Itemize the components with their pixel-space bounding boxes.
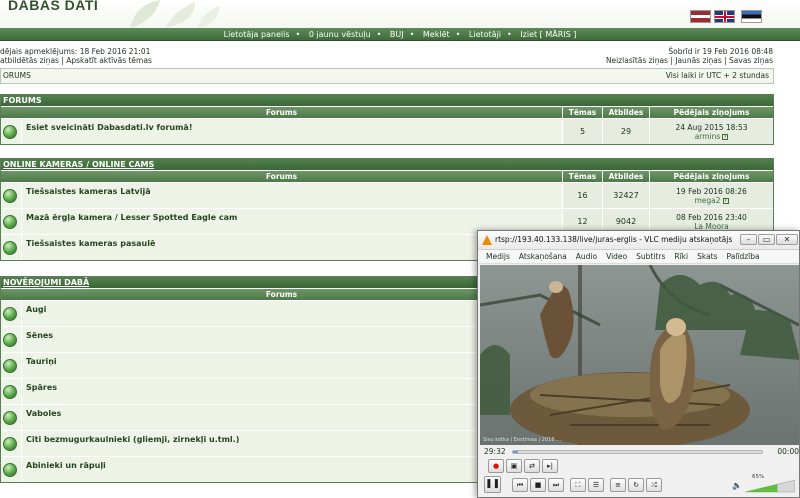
shuffle-icon[interactable]: ⤮ <box>646 478 662 492</box>
menu-playback[interactable]: Atskaņošana <box>519 252 567 261</box>
fullscreen-icon[interactable]: ⛶ <box>570 478 586 492</box>
nav-faq[interactable]: BUJ <box>390 30 404 39</box>
section-forums: FORUMS Forums Tēmas Atbildes Pēdējais zi… <box>0 94 774 145</box>
menu-audio[interactable]: Audio <box>576 252 597 261</box>
maximize-button[interactable]: ▭ <box>758 234 775 245</box>
seek-row: 29:32 00:00 <box>478 445 800 457</box>
forum-status-icon <box>3 125 17 139</box>
extended-settings-icon[interactable]: ☰ <box>588 478 604 492</box>
topics-count: 16 <box>562 183 602 208</box>
column-header: Forums Tēmas Atbildes Pēdējais ziņojums <box>1 106 773 118</box>
breadcrumb-bar: ORUMS Visi laiki ir UTC + 2 stundas <box>0 68 774 84</box>
forum-status-icon <box>3 215 17 229</box>
site-logo[interactable]: DABAS DATI <box>8 0 98 13</box>
last-visit-text: dējais apmeklējums: 18 Feb 2016 21:01 <box>0 47 151 56</box>
volume-percent: 65% <box>752 474 765 480</box>
minimize-button[interactable]: – <box>740 234 757 245</box>
menu-subtitle[interactable]: Subtitrs <box>636 252 665 261</box>
menu-media[interactable]: Medijs <box>486 252 510 261</box>
forum-status-icon <box>3 189 17 203</box>
seek-bar[interactable] <box>512 450 763 454</box>
snapshot-icon[interactable]: ▣ <box>506 459 522 473</box>
speaker-icon[interactable]: 🔈 <box>732 481 742 490</box>
section-title[interactable]: FORUMS <box>1 95 773 106</box>
menu-video[interactable]: Video <box>606 252 627 261</box>
next-icon[interactable]: ⏭ <box>548 478 564 492</box>
nav-messages[interactable]: 0 jaunu vēstuļu <box>309 30 371 39</box>
video-area[interactable]: Sivu kotka | Eestimaa | 2016 … <box>480 265 799 445</box>
flag-latvia-icon[interactable] <box>690 10 711 23</box>
nav-members[interactable]: Lietotāji <box>469 30 501 39</box>
forum-status-icon <box>3 359 17 373</box>
forum-row: Esiet sveicināti Dabasdati.lv forumā! 5 … <box>1 118 773 144</box>
video-overlay-text: Sivu kotka | Eestimaa | 2016 … <box>483 437 562 443</box>
breadcrumb[interactable]: ORUMS <box>3 69 31 83</box>
playlist-icon[interactable]: ≡ <box>610 478 626 492</box>
forum-status-icon <box>3 411 17 425</box>
total-time: 00:00 <box>777 447 799 456</box>
last-post-user[interactable]: armins <box>695 132 721 141</box>
nav-logout[interactable]: Iziet [ MĀRIS ] <box>520 30 576 39</box>
prev-icon[interactable]: ⏮ <box>512 478 528 492</box>
vlc-menubar: Medijs Atskaņošana Audio Video Subtitrs Rīki S… <box>478 250 799 264</box>
menu-view[interactable]: Skats <box>697 252 717 261</box>
volume-slider[interactable] <box>745 478 795 493</box>
posts-count: 32427 <box>602 183 649 208</box>
view-latest-post-icon[interactable]: › <box>722 198 729 204</box>
view-latest-post-icon[interactable]: › <box>722 134 729 140</box>
vlc-window-title: rtsp://193.40.133.138/live/juras-erglis … <box>495 235 733 244</box>
loop-ab-icon[interactable]: ⇄ <box>524 459 540 473</box>
nav-search[interactable]: Meklēt <box>423 30 450 39</box>
visit-info: dējais apmeklējums: 18 Feb 2016 21:01 at… <box>0 47 152 65</box>
vlc-window: rtsp://193.40.133.138/live/juras-erglis … <box>477 230 800 498</box>
forum-status-icon <box>3 437 17 451</box>
forum-status-icon <box>3 241 17 255</box>
leaves-decoration <box>130 0 220 28</box>
top-navbar: Lietotāja panelis • 0 jaunu vēstuļu • BUJ •… <box>0 28 800 41</box>
forum-link[interactable]: Tiešsaistes kameras Latvijā <box>21 183 562 208</box>
close-button[interactable]: ✕ <box>776 234 798 245</box>
topics-count: 5 <box>562 119 602 144</box>
last-post: 24 Aug 2015 18:53 armins › <box>649 119 773 144</box>
seek-progress <box>513 451 518 453</box>
last-post: 19 Feb 2016 08:26 mega2 › <box>649 183 773 208</box>
date-info: Šobrīd ir 19 Feb 2016 08:48 Neizlasītās … <box>606 47 773 65</box>
last-post-user[interactable]: mega2 <box>694 196 720 205</box>
flag-uk-icon[interactable] <box>714 10 735 23</box>
forum-status-icon <box>3 307 17 321</box>
forum-status-icon <box>3 333 17 347</box>
record-icon[interactable]: ● <box>488 459 504 473</box>
forum-status-icon <box>3 463 17 477</box>
playback-controls: ❚❚ ⏮ ■ ⏭ ⛶ ☰ ≡ ↻ ⤮ 🔈 65% <box>482 474 797 494</box>
menu-tools[interactable]: Rīki <box>674 252 688 261</box>
current-date-text: Šobrīd ir 19 Feb 2016 08:48 <box>668 47 773 56</box>
eagle-nest-video-frame <box>480 265 799 445</box>
column-header: Forums Tēmas Atbildes Pēdējais ziņojums <box>1 170 773 182</box>
advanced-controls: ● ▣ ⇄ ▸| <box>488 459 560 473</box>
section-title[interactable]: ONLINE KAMERAS / ONLINE CAMS <box>1 159 773 170</box>
forum-link[interactable]: Esiet sveicināti Dabasdati.lv forumā! <box>21 119 562 144</box>
unanswered-active-links[interactable]: atbildētās ziņas | Apskatīt aktīvās tēma… <box>0 56 152 65</box>
flag-estonia-icon[interactable] <box>741 10 762 23</box>
timezone-text: Visi laiki ir UTC + 2 stundas <box>665 71 769 80</box>
unread-new-own-links[interactable]: Neizlasītās ziņas | Jaunās ziņas | Savas… <box>606 56 773 65</box>
elapsed-time: 29:32 <box>484 447 506 456</box>
vlc-titlebar[interactable]: rtsp://193.40.133.138/live/juras-erglis … <box>478 231 799 250</box>
forum-status-icon <box>3 385 17 399</box>
forum-row: Tiešsaistes kameras Latvijā 16 32427 19 … <box>1 182 773 208</box>
posts-count: 29 <box>602 119 649 144</box>
stop-icon[interactable]: ■ <box>530 478 546 492</box>
loop-icon[interactable]: ↻ <box>628 478 644 492</box>
nav-user-panel[interactable]: Lietotāja panelis <box>224 30 290 39</box>
pause-icon[interactable]: ❚❚ <box>484 476 501 493</box>
menu-help[interactable]: Palīdzība <box>727 252 760 261</box>
site-header: DABAS DATI <box>0 0 800 28</box>
vlc-cone-icon <box>482 235 492 245</box>
frame-step-icon[interactable]: ▸| <box>542 459 558 473</box>
